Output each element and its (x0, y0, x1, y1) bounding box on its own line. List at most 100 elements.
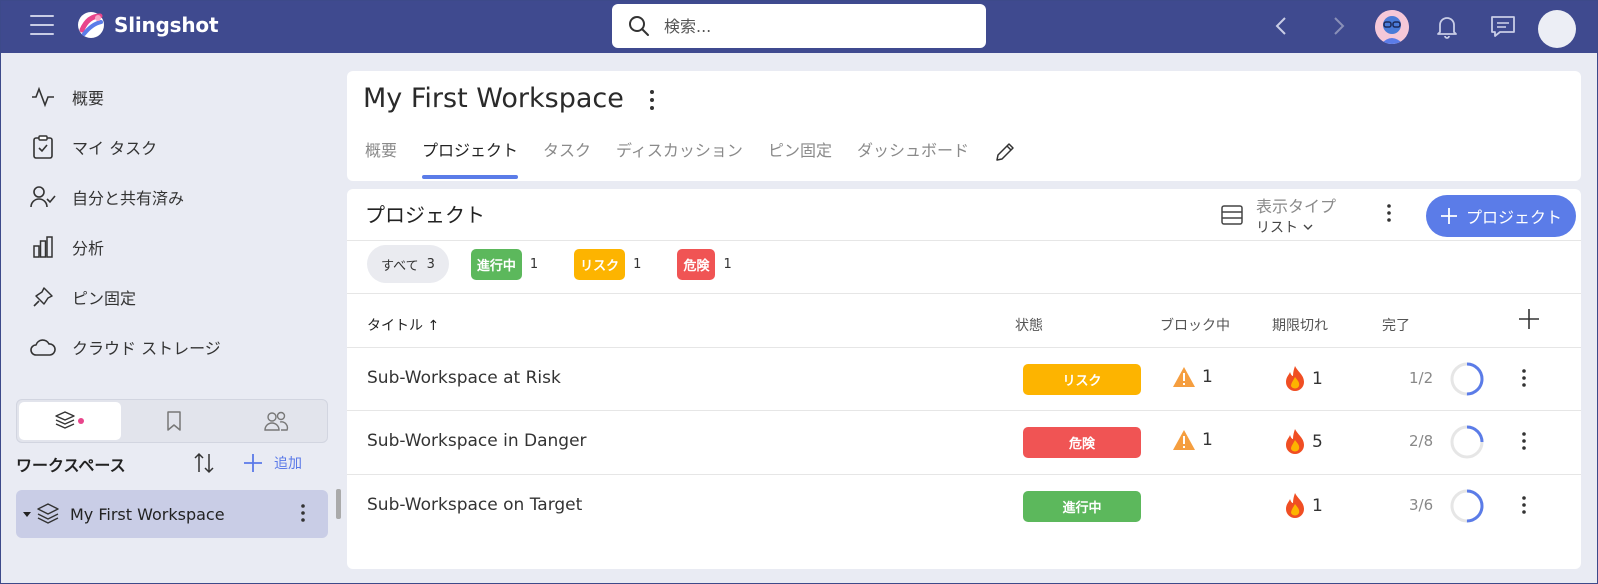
tab-pinned[interactable]: ピン固定 (768, 139, 832, 179)
bookmarks-view-tab[interactable] (123, 400, 225, 442)
user-avatar[interactable] (1375, 10, 1409, 44)
tab-tasks[interactable]: タスク (543, 139, 591, 179)
filter-all[interactable]: すべて 3 (367, 245, 449, 283)
search-input[interactable] (664, 16, 964, 36)
activity-icon (30, 84, 56, 110)
sidebar-item-label: ピン固定 (72, 289, 137, 308)
bookmark-icon (167, 411, 181, 431)
column-header-title[interactable]: タイトル ↑ (367, 315, 439, 335)
sidebar-item-label: マイ タスク (72, 139, 158, 158)
overdue-count: 1 (1284, 365, 1323, 393)
people-view-tab[interactable] (225, 400, 327, 442)
more-vertical-icon[interactable] (300, 503, 306, 523)
tab-projects[interactable]: プロジェクト (422, 139, 519, 179)
status-badge[interactable]: リスク (1023, 364, 1141, 395)
column-header-status[interactable]: 状態 (1015, 315, 1043, 335)
filter-count: 1 (633, 256, 642, 272)
filter-in-danger[interactable]: 危険 1 (677, 248, 732, 280)
profile-avatar[interactable] (1538, 10, 1576, 48)
cloud-icon (30, 334, 56, 360)
plus-icon (244, 454, 262, 472)
more-vertical-icon[interactable] (649, 89, 655, 111)
app-logo[interactable]: Slingshot (76, 10, 219, 40)
more-vertical-icon[interactable] (1521, 368, 1527, 388)
workspace-item[interactable]: My First Workspace (16, 490, 328, 538)
sidebar-item-shared-with-me[interactable]: 自分と共有済み (30, 179, 184, 215)
more-vertical-icon[interactable] (1521, 431, 1527, 451)
project-name[interactable]: Sub-Workspace on Target (367, 495, 582, 515)
add-project-button[interactable]: プロジェクト (1426, 195, 1576, 237)
fire-icon (1286, 429, 1304, 454)
search-box[interactable] (612, 4, 986, 48)
add-workspace-button[interactable]: 追加 (242, 452, 302, 474)
column-header-overdue[interactable]: 期限切れ (1272, 315, 1328, 335)
workspaces-header: ワークスペース 追加 (16, 450, 332, 478)
sidebar-scrollbar[interactable] (336, 489, 341, 519)
status-badge: 進行中 (470, 248, 522, 280)
overdue-count: 1 (1284, 492, 1323, 520)
menu-icon[interactable] (30, 15, 54, 37)
caret-down-icon[interactable] (22, 509, 32, 519)
progress-ring (1450, 425, 1484, 459)
users-icon (264, 411, 289, 431)
add-column-icon[interactable] (1517, 307, 1541, 331)
status-badge: 危険 (677, 248, 716, 280)
workspaces-title: ワークスペース (16, 456, 126, 475)
more-vertical-icon[interactable] (1386, 203, 1392, 223)
back-arrow-icon[interactable] (1270, 14, 1294, 38)
view-type-selector[interactable]: 表示タイプ リスト (1220, 193, 1336, 237)
sidebar: 概要 マイ タスク 自分と共有済み 分析 ピン固定 クラウド ストレージ ワーク… (0, 53, 341, 584)
sidebar-item-analytics[interactable]: 分析 (30, 229, 104, 265)
status-badge[interactable]: 進行中 (1023, 491, 1141, 522)
sidebar-item-pinned[interactable]: ピン固定 (30, 279, 136, 315)
sidebar-item-label: クラウド ストレージ (72, 339, 221, 358)
warning-icon (1173, 430, 1195, 450)
divider (347, 240, 1581, 241)
workspaces-view-tab[interactable] (19, 402, 121, 440)
project-name[interactable]: Sub-Workspace in Danger (367, 431, 587, 451)
pencil-icon[interactable] (994, 141, 1016, 163)
projects-card: プロジェクト 表示タイプ リスト プロジェクト すべて 3 進行中 1 リスク … (347, 189, 1581, 569)
fire-icon (1286, 493, 1304, 518)
sidebar-item-my-tasks[interactable]: マイ タスク (30, 129, 157, 165)
sort-icon[interactable] (192, 450, 216, 480)
projects-title: プロジェクト (365, 203, 485, 227)
sidebar-item-overview[interactable]: 概要 (30, 79, 104, 115)
pin-icon (30, 284, 56, 310)
filter-at-risk[interactable]: リスク 1 (574, 248, 642, 280)
table-row[interactable]: Sub-Workspace on Target 進行中 1 3/6 (347, 475, 1581, 539)
app-name: Slingshot (114, 13, 219, 37)
forward-arrow-icon[interactable] (1326, 14, 1350, 38)
status-badge[interactable]: 危険 (1023, 427, 1141, 458)
sidebar-item-label: 自分と共有済み (72, 189, 185, 208)
progress-ring (1450, 362, 1484, 396)
filter-on-track[interactable]: 進行中 1 (470, 248, 538, 280)
search-icon (629, 16, 649, 36)
column-header-blocked[interactable]: ブロック中 (1160, 315, 1230, 335)
add-workspace-label: 追加 (274, 456, 302, 472)
status-filters: すべて 3 進行中 1 リスク 1 危険 1 (367, 245, 732, 283)
top-bar: Slingshot (0, 0, 1598, 53)
warning-icon (1173, 367, 1195, 387)
sidebar-item-cloud-storage[interactable]: クラウド ストレージ (30, 329, 221, 365)
tab-discussions[interactable]: ディスカッション (616, 139, 743, 179)
completion-ratio: 2/8 (1409, 432, 1434, 450)
more-vertical-icon[interactable] (1521, 495, 1527, 515)
chat-icon (1491, 16, 1515, 37)
user-check-icon (30, 184, 56, 210)
sidebar-item-label: 概要 (72, 89, 105, 108)
table-row[interactable]: Sub-Workspace at Risk リスク 1 1 1/2 (347, 348, 1581, 412)
project-name[interactable]: Sub-Workspace at Risk (367, 368, 561, 388)
view-type-value: リスト (1256, 217, 1336, 237)
table-row[interactable]: Sub-Workspace in Danger 危険 1 5 2/8 (347, 411, 1581, 475)
tab-overview[interactable]: 概要 (365, 139, 397, 179)
notifications-button[interactable] (1430, 10, 1464, 44)
workspace-tabs: 概要 プロジェクト タスク ディスカッション ピン固定 ダッシュボード (365, 139, 1016, 179)
bell-icon (1437, 17, 1457, 39)
column-header-done[interactable]: 完了 (1382, 315, 1410, 335)
messages-button[interactable] (1486, 10, 1520, 44)
divider (347, 293, 1581, 294)
sidebar-view-switcher (16, 399, 328, 443)
tab-dashboards[interactable]: ダッシュボード (857, 139, 969, 179)
chevron-down-icon (1303, 224, 1313, 230)
